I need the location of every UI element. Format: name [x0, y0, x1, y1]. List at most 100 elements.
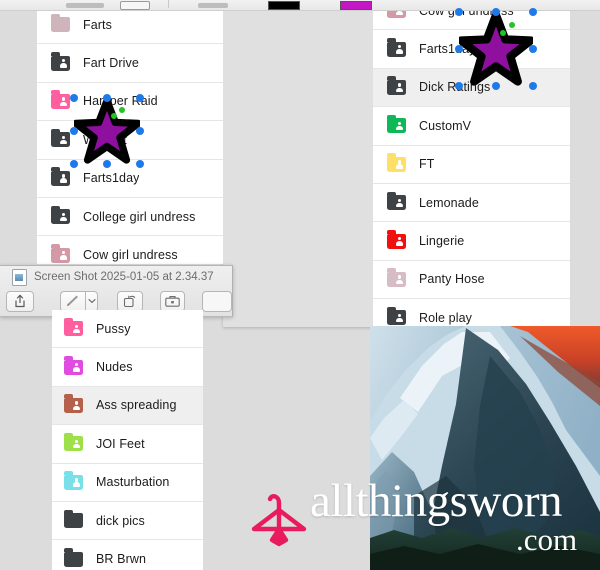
folder-icon — [387, 191, 406, 211]
folder-label: Panty Hose — [419, 272, 485, 287]
folder-icon — [64, 356, 83, 375]
person-glyph-icon — [73, 401, 80, 410]
selection-handle[interactable] — [492, 82, 500, 90]
person-glyph-icon — [73, 439, 80, 449]
list-item[interactable]: Role play — [373, 299, 570, 327]
folder-icon — [387, 76, 406, 95]
selection-handle[interactable] — [529, 45, 537, 53]
list-item[interactable]: Cow girl undress — [37, 236, 223, 264]
folder-icon — [51, 167, 70, 186]
screenshot-document-icon — [12, 268, 27, 286]
yosemite-mountain-wallpaper — [370, 326, 600, 570]
folder-icon — [51, 128, 70, 148]
list-item[interactable]: dick pics — [52, 501, 203, 541]
person-glyph-icon — [396, 275, 403, 284]
list-item[interactable]: FT — [373, 145, 570, 184]
person-glyph-icon — [396, 313, 403, 323]
folder-label: Farts1day — [83, 171, 140, 186]
folder-label: Role play — [419, 310, 473, 325]
folder-label: Pussy — [96, 321, 131, 336]
fill-color-swatch[interactable] — [340, 1, 372, 10]
rotation-handle[interactable] — [118, 106, 125, 113]
star-sticker-right[interactable] — [455, 8, 537, 90]
selection-handle[interactable] — [455, 45, 463, 53]
selection-handle[interactable] — [103, 94, 111, 102]
folder-icon — [64, 317, 83, 337]
folder-icon — [64, 509, 83, 529]
markup-dropdown[interactable] — [84, 290, 99, 312]
folder-icon — [64, 394, 83, 413]
folder-label: Lingerie — [419, 234, 465, 249]
person-glyph-icon — [60, 59, 67, 68]
folder-label: Ass spreading — [96, 398, 177, 413]
person-glyph-icon — [396, 83, 403, 92]
person-glyph-icon — [60, 174, 67, 183]
folder-icon — [51, 52, 70, 71]
folder-label: Fart Drive — [83, 56, 139, 71]
folder-label: College girl undress — [83, 209, 196, 224]
selection-handle[interactable] — [492, 8, 500, 16]
folder-list-bottom-left[interactable]: Pussy Nudes Ass spreading JOI Feet Masturbat… — [52, 310, 203, 570]
list-item[interactable]: Nudes — [52, 348, 203, 387]
folder-label: FT — [419, 157, 435, 172]
folder-icon — [387, 114, 406, 134]
markup-button[interactable] — [59, 290, 85, 312]
folder-icon — [387, 306, 406, 326]
list-item[interactable]: Masturbation — [52, 463, 203, 502]
list-item[interactable]: Pussy — [52, 310, 203, 349]
selection-handle[interactable] — [103, 160, 111, 168]
selection-handle[interactable] — [529, 82, 537, 90]
person-glyph-icon — [60, 97, 67, 106]
selection-handle[interactable] — [136, 160, 144, 168]
selection-handle[interactable] — [70, 160, 78, 168]
person-glyph-icon — [73, 324, 80, 334]
window-title: Screen Shot 2025-01-05 at 2.34.37 — [34, 271, 214, 283]
preview-titlebar[interactable]: Screen Shot 2025-01-05 at 2.34.37 — [0, 266, 232, 288]
selection-handle[interactable] — [455, 82, 463, 90]
markup-toolbar-button[interactable] — [159, 290, 185, 312]
stroke-color-swatch[interactable] — [268, 1, 300, 10]
crop-tool[interactable] — [120, 1, 150, 10]
list-item[interactable]: Farts — [37, 6, 223, 45]
line-weight-tool[interactable] — [198, 3, 228, 8]
folder-label: Nudes — [96, 360, 133, 375]
list-item[interactable]: Lemonade — [373, 183, 570, 223]
folder-label: BR Brwn — [96, 552, 147, 567]
markup-toolbar-strip[interactable] — [0, 0, 600, 11]
selection-handle[interactable] — [136, 94, 144, 102]
clothes-hanger-logo — [251, 494, 307, 547]
selection-handle[interactable] — [455, 8, 463, 16]
person-glyph-icon — [60, 135, 67, 145]
selection-handle[interactable] — [70, 94, 78, 102]
person-glyph-icon — [396, 121, 403, 131]
selection-handle[interactable] — [70, 127, 78, 135]
folder-label: Masturbation — [96, 475, 170, 490]
star-sticker-left[interactable] — [70, 94, 144, 168]
folder-icon — [387, 38, 406, 57]
list-item[interactable]: Farts1day — [37, 159, 223, 198]
folder-label: JOI Feet — [96, 436, 145, 451]
separator[interactable] — [168, 0, 169, 8]
list-item[interactable]: Lingerie — [373, 222, 570, 261]
folder-icon — [64, 548, 83, 567]
person-glyph-icon — [73, 478, 80, 487]
list-item[interactable]: JOI Feet — [52, 425, 203, 464]
list-item[interactable]: CustomV — [373, 107, 570, 146]
folder-icon — [387, 153, 406, 172]
search-field[interactable] — [201, 290, 232, 312]
list-item[interactable]: Ass spreading — [52, 386, 203, 426]
shape-tool[interactable] — [66, 3, 104, 8]
list-item[interactable]: Fart Drive — [37, 44, 223, 83]
folder-label: Cow girl undress — [83, 248, 178, 263]
list-item[interactable]: BR Brwn — [52, 540, 203, 570]
list-item[interactable]: Panty Hose — [373, 260, 570, 300]
folder-label: CustomV — [419, 118, 472, 133]
selection-handle[interactable] — [136, 127, 144, 135]
folder-icon — [64, 432, 83, 452]
selection-handle[interactable] — [529, 8, 537, 16]
list-item[interactable]: College girl undress — [37, 197, 223, 237]
share-button[interactable] — [6, 290, 34, 312]
person-glyph-icon — [396, 160, 403, 169]
folder-icon — [51, 90, 70, 109]
rotate-button[interactable] — [117, 290, 143, 312]
